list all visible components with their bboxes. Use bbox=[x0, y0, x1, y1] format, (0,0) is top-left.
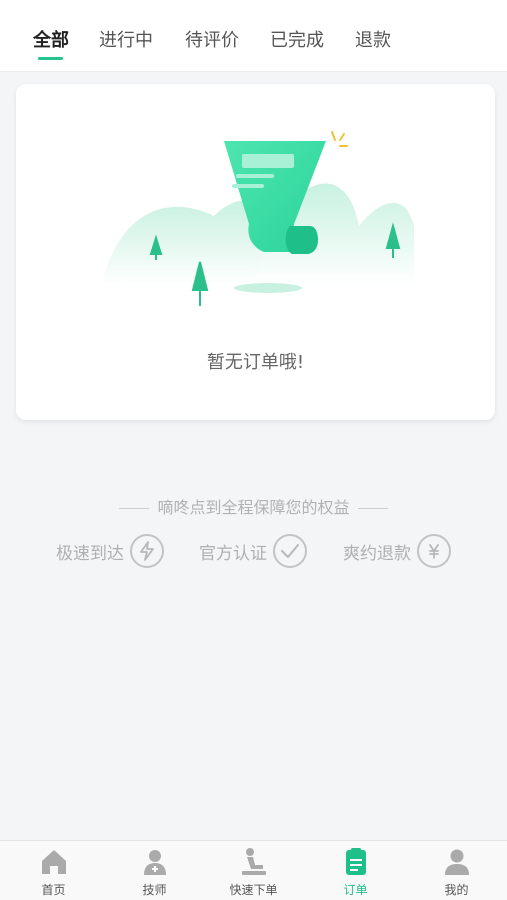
nav-quick-order[interactable]: 快速下单 bbox=[203, 841, 304, 900]
order-icon bbox=[346, 848, 366, 875]
guarantee-label: 官方认证 bbox=[199, 543, 267, 564]
empty-orders-card: 暂无订单哦! bbox=[16, 84, 495, 420]
tab-all[interactable]: 全部 bbox=[33, 26, 69, 52]
nav-home-label: 首页 bbox=[41, 883, 66, 897]
nav-profile-label: 我的 bbox=[444, 883, 469, 897]
nav-orders[interactable]: 订单 bbox=[305, 841, 406, 900]
tab-to-review[interactable]: 待评价 bbox=[185, 26, 239, 52]
nav-orders-label: 订单 bbox=[343, 883, 368, 897]
guarantee-label: 极速到达 bbox=[56, 543, 124, 564]
guarantee-title: 嘀咚点到全程保障您的权益 bbox=[0, 494, 507, 518]
nav-technician-label: 技师 bbox=[142, 883, 167, 897]
nav-technician[interactable]: 技师 bbox=[104, 841, 205, 900]
guarantee-official-certification: 官方认证 bbox=[199, 532, 307, 570]
home-icon bbox=[42, 850, 66, 874]
tab-refund[interactable]: 退款 bbox=[355, 26, 391, 52]
empty-orders-message: 暂无订单哦! bbox=[206, 352, 305, 373]
title-left-dash bbox=[119, 508, 150, 509]
tab-completed[interactable]: 已完成 bbox=[270, 26, 324, 52]
nav-home[interactable]: 首页 bbox=[3, 841, 104, 900]
technician-icon bbox=[144, 850, 166, 875]
empty-orders-illustration bbox=[104, 131, 414, 306]
guarantee-label: 爽约退款 bbox=[343, 543, 411, 564]
order-status-tabs: 全部 进行中 待评价 已完成 退款 bbox=[0, 0, 507, 72]
bottom-navigation: 首页 技师 快速下单 订单 我的 bbox=[0, 840, 507, 900]
guarantee-title-text: 嘀咚点到全程保障您的权益 bbox=[157, 498, 350, 517]
guarantee-no-show-refund: 爽约退款 bbox=[343, 532, 451, 570]
guarantee-fast-arrival: 极速到达 bbox=[56, 532, 164, 570]
profile-icon bbox=[445, 849, 469, 875]
refund-yen-icon bbox=[417, 534, 451, 568]
massage-icon bbox=[242, 848, 266, 875]
tab-in-progress[interactable]: 进行中 bbox=[99, 26, 153, 52]
title-right-dash bbox=[357, 508, 388, 509]
nav-profile[interactable]: 我的 bbox=[406, 841, 507, 900]
checkmark-icon bbox=[273, 534, 307, 568]
lightning-icon bbox=[130, 534, 164, 568]
nav-quick-order-label: 快速下单 bbox=[229, 883, 278, 897]
active-tab-indicator bbox=[38, 57, 63, 60]
